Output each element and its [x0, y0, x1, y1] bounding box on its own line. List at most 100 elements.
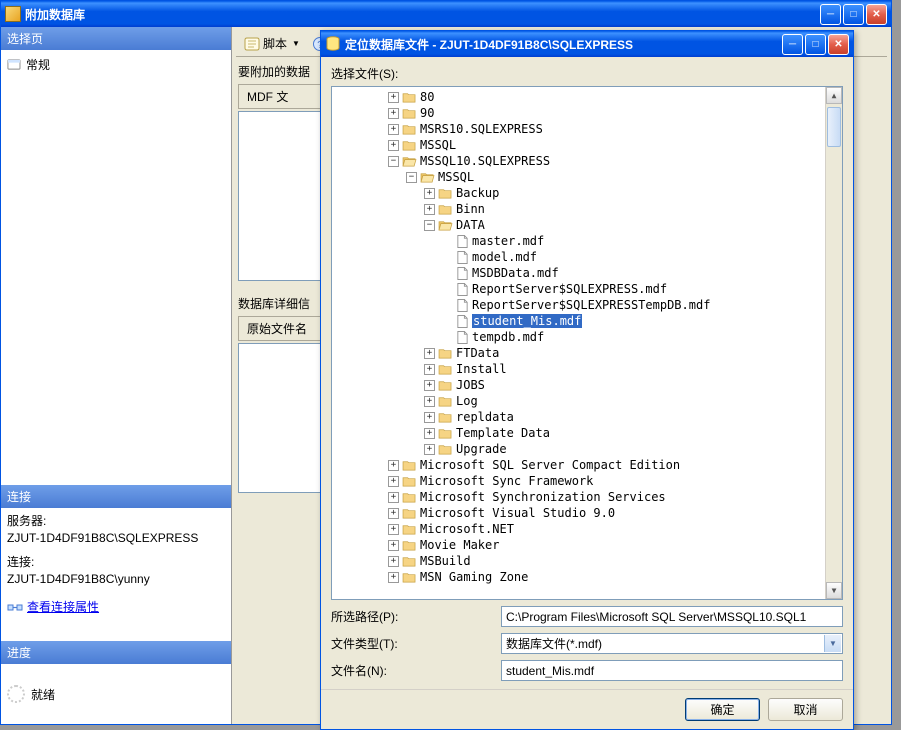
tree-folder[interactable]: +Microsoft Visual Studio 9.0 [334, 505, 823, 521]
view-conn-props-link[interactable]: 查看连接属性 [27, 598, 99, 615]
tree-item-label[interactable]: JOBS [456, 378, 485, 392]
collapse-icon[interactable]: − [406, 172, 417, 183]
dialog-titlebar[interactable]: 定位数据库文件 - ZJUT-1D4DF91B8C\SQLEXPRESS ─ □… [321, 31, 853, 57]
expand-icon[interactable]: + [388, 556, 399, 567]
scroll-up-button[interactable]: ▲ [826, 87, 842, 104]
tree-folder[interactable]: + MSN Gaming Zone [334, 569, 823, 585]
expand-icon[interactable]: + [424, 396, 435, 407]
expand-icon[interactable]: + [388, 572, 399, 583]
type-combo[interactable]: 数据库文件(*.mdf) ▼ [501, 633, 843, 654]
main-titlebar[interactable]: 附加数据库 ─ □ ✕ [1, 1, 891, 27]
tree-folder[interactable]: + Upgrade [334, 441, 823, 457]
tree-item-label[interactable]: Microsoft SQL Server Compact Edition [420, 458, 680, 472]
tree-item-label[interactable]: MSDBData.mdf [472, 266, 559, 280]
tree-folder[interactable]: + Log [334, 393, 823, 409]
tree-folder[interactable]: + Backup [334, 185, 823, 201]
collapse-icon[interactable]: − [424, 220, 435, 231]
chevron-down-icon[interactable]: ▼ [824, 635, 841, 652]
tree-item-label[interactable]: Movie Maker [420, 538, 499, 552]
tree-item-label[interactable]: DATA [456, 218, 485, 232]
expand-icon[interactable]: + [388, 476, 399, 487]
expand-icon[interactable]: + [388, 140, 399, 151]
expand-icon[interactable]: + [424, 364, 435, 375]
tree-folder[interactable]: + repldata [334, 409, 823, 425]
expand-icon[interactable]: + [388, 124, 399, 135]
file-tree[interactable]: +80+90+MSRS10.SQLEXPRESS+MSSQL−MSSQL10.S… [331, 86, 843, 600]
tree-file[interactable]: ReportServer$SQLEXPRESSTempDB.mdf [334, 297, 823, 313]
cancel-button[interactable]: 取消 [768, 698, 843, 721]
expand-icon[interactable]: + [424, 412, 435, 423]
collapse-icon[interactable]: − [388, 156, 399, 167]
tree-folder[interactable]: + MSSQL [334, 137, 823, 153]
script-button[interactable]: 脚本 ▼ [240, 33, 304, 54]
tree-folder[interactable]: + JOBS [334, 377, 823, 393]
tree-folder[interactable]: + Microsoft Sync Framework [334, 473, 823, 489]
tree-folder[interactable]: +MSBuild [334, 553, 823, 569]
tree-item-label[interactable]: student_Mis.mdf [472, 314, 582, 328]
tree-item-label[interactable]: tempdb.mdf [472, 330, 544, 344]
tree-folder[interactable]: + Template Data [334, 425, 823, 441]
expand-icon[interactable]: + [424, 204, 435, 215]
tree-folder[interactable]: + Microsoft SQL Server Compact Edition [334, 457, 823, 473]
tree-item-label[interactable]: repldata [456, 410, 514, 424]
tree-file[interactable]: student_Mis.mdf [334, 313, 823, 329]
tree-item-label[interactable]: FTData [456, 346, 499, 360]
maximize-button[interactable]: □ [843, 4, 864, 25]
expand-icon[interactable]: + [424, 188, 435, 199]
dialog-minimize-button[interactable]: ─ [782, 34, 803, 55]
dialog-close-button[interactable]: ✕ [828, 34, 849, 55]
tree-item-label[interactable]: Log [456, 394, 478, 408]
tree-item-label[interactable]: Upgrade [456, 442, 507, 456]
tree-folder[interactable]: − DATA [334, 217, 823, 233]
tree-item-label[interactable]: Install [456, 362, 507, 376]
tree-item-label[interactable]: MSSQL [438, 170, 474, 184]
expand-icon[interactable]: + [424, 428, 435, 439]
expand-icon[interactable]: + [388, 540, 399, 551]
tree-folder[interactable]: + Install [334, 361, 823, 377]
tree-item-label[interactable]: 90 [420, 106, 434, 120]
tree-file[interactable]: tempdb.mdf [334, 329, 823, 345]
tree-item-label[interactable]: ReportServer$SQLEXPRESS.mdf [472, 282, 667, 296]
tree-item-label[interactable]: MSRS10.SQLEXPRESS [420, 122, 543, 136]
expand-icon[interactable]: + [424, 444, 435, 455]
expand-icon[interactable]: + [388, 92, 399, 103]
tree-item-label[interactable]: 80 [420, 90, 434, 104]
scroll-thumb[interactable] [827, 107, 841, 147]
tree-folder[interactable]: + Microsoft Synchronization Services [334, 489, 823, 505]
tree-item-label[interactable]: Microsoft Visual Studio 9.0 [420, 506, 615, 520]
expand-icon[interactable]: + [388, 492, 399, 503]
tree-folder[interactable]: + Movie Maker [334, 537, 823, 553]
tree-folder[interactable]: +90 [334, 105, 823, 121]
path-field[interactable]: C:\Program Files\Microsoft SQL Server\MS… [501, 606, 843, 627]
tree-folder[interactable]: + Microsoft.NET [334, 521, 823, 537]
expand-icon[interactable]: + [388, 524, 399, 535]
tree-folder[interactable]: +Binn [334, 201, 823, 217]
tree-item-label[interactable]: MSSQL10.SQLEXPRESS [420, 154, 550, 168]
expand-icon[interactable]: + [388, 460, 399, 471]
tree-item-label[interactable]: MSN Gaming Zone [420, 570, 528, 584]
tree-item-label[interactable]: master.mdf [472, 234, 544, 248]
tree-item-label[interactable]: Template Data [456, 426, 550, 440]
tree-item-label[interactable]: Microsoft.NET [420, 522, 514, 536]
page-general[interactable]: 常规 [7, 54, 225, 75]
tree-item-label[interactable]: Microsoft Sync Framework [420, 474, 593, 488]
tree-item-label[interactable]: model.mdf [472, 250, 537, 264]
scroll-down-button[interactable]: ▼ [826, 582, 842, 599]
tree-item-label[interactable]: Backup [456, 186, 499, 200]
tree-item-label[interactable]: MSSQL [420, 138, 456, 152]
expand-icon[interactable]: + [388, 108, 399, 119]
tree-folder[interactable]: + MSRS10.SQLEXPRESS [334, 121, 823, 137]
dialog-maximize-button[interactable]: □ [805, 34, 826, 55]
close-button[interactable]: ✕ [866, 4, 887, 25]
tree-item-label[interactable]: Microsoft Synchronization Services [420, 490, 666, 504]
tree-item-label[interactable]: ReportServer$SQLEXPRESSTempDB.mdf [472, 298, 710, 312]
tree-folder[interactable]: +80 [334, 89, 823, 105]
tree-file[interactable]: MSDBData.mdf [334, 265, 823, 281]
tree-file[interactable]: master.mdf [334, 233, 823, 249]
tree-file[interactable]: ReportServer$SQLEXPRESS.mdf [334, 281, 823, 297]
tree-folder[interactable]: − MSSQL [334, 169, 823, 185]
expand-icon[interactable]: + [424, 380, 435, 391]
filename-field[interactable]: student_Mis.mdf [501, 660, 843, 681]
tree-folder[interactable]: +FTData [334, 345, 823, 361]
tree-file[interactable]: model.mdf [334, 249, 823, 265]
